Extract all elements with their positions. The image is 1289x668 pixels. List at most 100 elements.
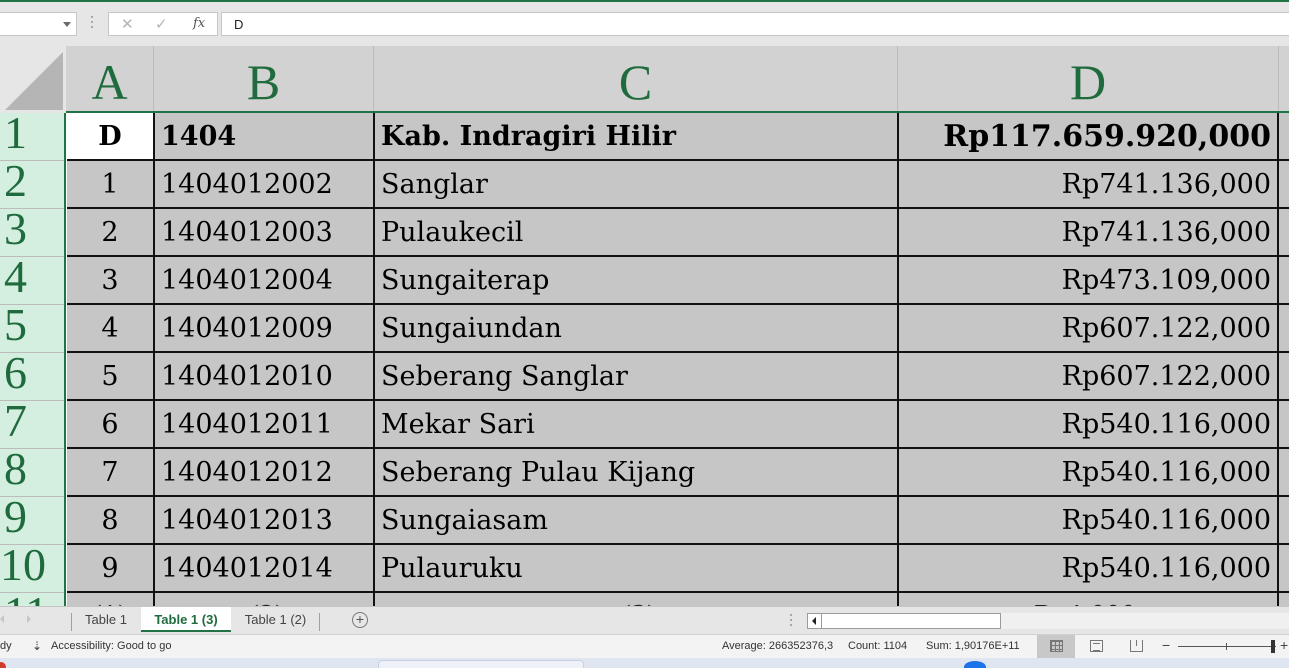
cell-b[interactable]: 1404012004 (155, 257, 375, 303)
cell-d[interactable]: Rp473.109,000 (899, 257, 1279, 303)
cell-e[interactable] (1279, 209, 1289, 255)
cell-a[interactable]: 8 (67, 497, 155, 543)
cell-a[interactable]: 5 (67, 353, 155, 399)
cell-e1[interactable] (1279, 113, 1289, 159)
cell-d[interactable]: Rp540.116,000 (899, 449, 1279, 495)
column-header-c[interactable]: C (374, 46, 898, 111)
cell-d[interactable]: Rp540.116,000 (899, 497, 1279, 543)
cell-d[interactable]: Rp607.122,000 (899, 353, 1279, 399)
row-header[interactable]: 4 (0, 257, 64, 305)
tab-table-1[interactable]: Table 1 (72, 607, 140, 633)
row-header[interactable]: 9 (0, 497, 64, 545)
cell-c1[interactable]: Kab. Indragiri Hilir (375, 113, 899, 159)
cell-b1[interactable]: 1404 (155, 113, 375, 159)
cell-c[interactable]: Mekar Sari (375, 401, 899, 447)
cell-d[interactable]: Rp741.136,000 (899, 161, 1279, 207)
row-header[interactable]: 3 (0, 209, 64, 257)
normal-view-button[interactable] (1037, 635, 1075, 658)
zoom-slider-thumb[interactable] (1271, 640, 1275, 653)
row-header[interactable]: 8 (0, 449, 64, 497)
scroll-left-button[interactable] (808, 614, 822, 628)
cell-d[interactable]: Rp607.122,000 (899, 305, 1279, 351)
cell-c[interactable]: Sungaiasam (375, 497, 899, 543)
cell-e[interactable] (1279, 593, 1289, 606)
cell-a[interactable]: 3 (67, 257, 155, 303)
cell-a[interactable]: (1) (67, 593, 155, 606)
zoom-slider[interactable] (1178, 646, 1276, 647)
taskbar-app-icon[interactable] (964, 661, 986, 668)
row-header[interactable]: 5 (0, 305, 64, 353)
cell-c[interactable]: Seberang Pulau Kijang (375, 449, 899, 495)
accessibility-icon[interactable]: ⇣ (32, 639, 42, 653)
status-count[interactable]: Count: 1104 (848, 640, 907, 652)
cell-a1[interactable]: D (67, 113, 155, 159)
previous-sheet-icon[interactable] (0, 615, 4, 623)
page-layout-view-button[interactable] (1077, 635, 1115, 658)
cell-a[interactable]: 7 (67, 449, 155, 495)
next-sheet-icon[interactable] (27, 615, 31, 623)
scroll-track[interactable] (1001, 613, 1289, 629)
cell-c[interactable]: Pulauruku (375, 545, 899, 591)
cell-b[interactable]: 1404012009 (155, 305, 375, 351)
insert-function-icon[interactable]: fx (193, 16, 205, 31)
name-box[interactable] (0, 12, 77, 36)
chevron-down-icon[interactable] (63, 22, 71, 27)
cell-e[interactable] (1279, 353, 1289, 399)
cell-c[interactable]: Sanglar (375, 161, 899, 207)
cell-d[interactable]: Rp4.000 (899, 593, 1279, 606)
row-header[interactable]: 11 (0, 593, 64, 606)
column-header-a[interactable]: A (66, 46, 154, 111)
cell-e[interactable] (1279, 401, 1289, 447)
cell-e[interactable] (1279, 497, 1289, 543)
cell-e[interactable] (1279, 161, 1289, 207)
select-all-button[interactable] (0, 46, 66, 113)
cell-a[interactable]: 1 (67, 161, 155, 207)
cell-c[interactable]: Sungaiundan (375, 305, 899, 351)
cell-a[interactable]: 9 (67, 545, 155, 591)
cell-c[interactable]: Pulaukecil (375, 209, 899, 255)
cell-c[interactable]: Sungaiterap (375, 257, 899, 303)
cell-b[interactable]: 1404012014 (155, 545, 375, 591)
cell-d[interactable]: Rp540.116,000 (899, 545, 1279, 591)
cancel-icon[interactable]: ✕ (121, 15, 134, 33)
tab-table-1-2[interactable]: Table 1 (2) (232, 607, 319, 633)
cell-c[interactable]: Seberang Sanglar (375, 353, 899, 399)
cell-a[interactable]: 2 (67, 209, 155, 255)
cell-d[interactable]: Rp741.136,000 (899, 209, 1279, 255)
row-header[interactable]: 1 (0, 113, 64, 161)
cell-d[interactable]: Rp540.116,000 (899, 401, 1279, 447)
cell-a[interactable]: 4 (67, 305, 155, 351)
cell-b[interactable]: 1404012013 (155, 497, 375, 543)
status-average[interactable]: Average: 266352376,3 (722, 640, 833, 652)
tab-table-1-3[interactable]: Table 1 (3) (141, 607, 231, 632)
formula-input[interactable]: D (221, 12, 1289, 36)
add-sheet-icon[interactable]: + (352, 612, 368, 628)
column-header-b[interactable]: B (154, 46, 374, 111)
horizontal-scrollbar[interactable] (807, 613, 1001, 629)
row-header[interactable]: 2 (0, 161, 64, 209)
cell-e[interactable] (1279, 449, 1289, 495)
column-header-d[interactable]: D (898, 46, 1279, 111)
cell-b[interactable]: 1404012003 (155, 209, 375, 255)
cell-e[interactable] (1279, 545, 1289, 591)
cell-e[interactable] (1279, 257, 1289, 303)
row-header[interactable]: 6 (0, 353, 64, 401)
cell-d1[interactable]: Rp117.659.920,000 (899, 113, 1279, 159)
page-break-view-button[interactable] (1117, 635, 1155, 658)
formula-bar-grip[interactable] (91, 16, 94, 32)
enter-icon[interactable]: ✓ (155, 15, 168, 33)
taskbar-search[interactable] (378, 660, 584, 668)
cell-b[interactable]: 1404012011 (155, 401, 375, 447)
row-header[interactable]: 10 (0, 545, 64, 593)
cell-b[interactable]: 1404012010 (155, 353, 375, 399)
cell-c[interactable]: (3) (375, 593, 899, 606)
zoom-in-button[interactable]: + (1280, 637, 1288, 653)
accessibility-status[interactable]: Accessibility: Good to go (51, 640, 171, 652)
row-header[interactable]: 7 (0, 401, 64, 449)
cell-a[interactable]: 6 (67, 401, 155, 447)
notification-icon[interactable] (0, 662, 6, 668)
zoom-out-button[interactable]: − (1162, 637, 1170, 653)
status-sum[interactable]: Sum: 1,90176E+11 (926, 640, 1020, 652)
cell-b[interactable]: 1404012002 (155, 161, 375, 207)
cell-b[interactable]: 1404012012 (155, 449, 375, 495)
